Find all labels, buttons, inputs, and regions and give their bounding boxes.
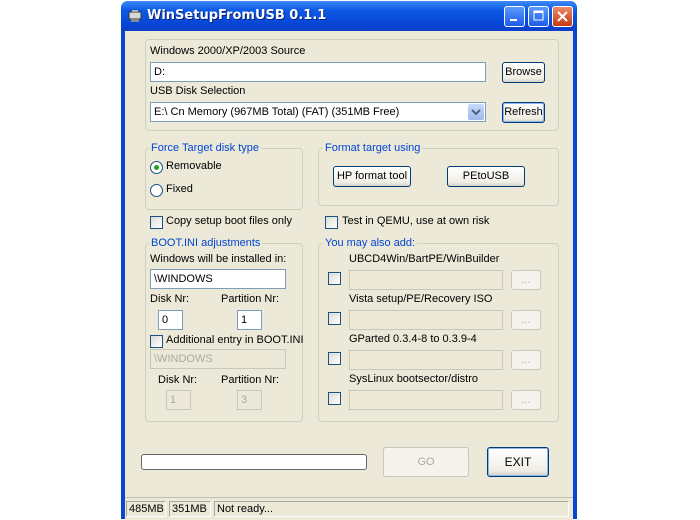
copy-setup-checkbox[interactable]: [150, 216, 163, 229]
minimize-icon: [510, 19, 517, 21]
partition-nr2-label: Partition Nr:: [221, 374, 280, 386]
additional-entry-checkbox[interactable]: [150, 335, 163, 348]
progress-bar: [141, 454, 367, 470]
syslinux-checkbox[interactable]: [328, 392, 341, 405]
removable-radio[interactable]: [150, 161, 163, 174]
usb-disk-value: E:\ Cn Memory (967MB Total) (FAT) (351MB…: [154, 106, 400, 118]
app-icon: [128, 9, 142, 23]
fixed-radio[interactable]: [150, 184, 163, 197]
partition-nr-label: Partition Nr:: [221, 293, 280, 305]
format-target-legend: Format target using: [323, 142, 423, 154]
source-label: Windows 2000/XP/2003 Source: [150, 45, 306, 57]
gparted-checkbox[interactable]: [328, 352, 341, 365]
ubcd-label: UBCD4Win/BartPE/WinBuilder: [349, 253, 500, 265]
status-free: 351MB: [169, 501, 211, 517]
bootini-legend: BOOT.INI adjustments: [149, 237, 263, 249]
status-bar: 485MB 351MB Not ready...: [125, 497, 573, 520]
ubcd-path-input[interactable]: [349, 270, 503, 290]
vista-label: Vista setup/PE/Recovery ISO: [349, 293, 493, 305]
usb-label: USB Disk Selection: [150, 85, 246, 97]
source-input[interactable]: D:: [150, 62, 486, 82]
installed-in-input[interactable]: \WINDOWS: [150, 269, 286, 289]
chevron-down-icon[interactable]: [468, 104, 484, 120]
maximize-button[interactable]: [528, 6, 549, 27]
ubcd-checkbox[interactable]: [328, 272, 341, 285]
force-target-frame: [145, 148, 303, 210]
vista-browse-button[interactable]: ...: [511, 310, 541, 330]
disk-nr2-input[interactable]: 1: [166, 390, 191, 410]
browse-button[interactable]: Browse: [502, 62, 545, 83]
force-target-legend: Force Target disk type: [149, 142, 262, 154]
go-button[interactable]: GO: [383, 447, 469, 477]
also-add-legend: You may also add:: [323, 237, 418, 249]
syslinux-browse-button[interactable]: ...: [511, 390, 541, 410]
petousb-button[interactable]: PEtoUSB: [447, 166, 525, 187]
syslinux-label: SysLinux bootsector/distro: [349, 373, 479, 385]
gparted-path-input[interactable]: [349, 350, 503, 370]
status-total: 485MB: [126, 501, 166, 517]
additional-entry-label[interactable]: Additional entry in BOOT.INI: [166, 334, 304, 346]
installed-in-label: Windows will be installed in:: [150, 253, 287, 265]
partition-nr-input[interactable]: 1: [237, 310, 262, 330]
qemu-checkbox[interactable]: [325, 216, 338, 229]
maximize-icon: [533, 10, 544, 21]
exit-button[interactable]: EXIT: [487, 447, 549, 477]
app-window: WinSetupFromUSB 0.1.1 Windows 2000/XP/20…: [121, 1, 577, 520]
hp-format-button[interactable]: HP format tool: [333, 166, 411, 187]
close-icon: [557, 11, 568, 22]
disk-nr-label: Disk Nr:: [150, 293, 190, 305]
window-title: WinSetupFromUSB 0.1.1: [147, 8, 327, 23]
partition-nr2-input[interactable]: 3: [237, 390, 262, 410]
vista-checkbox[interactable]: [328, 312, 341, 325]
close-button[interactable]: [552, 6, 573, 27]
disk-nr-input[interactable]: 0: [158, 310, 183, 330]
fixed-label[interactable]: Fixed: [166, 183, 193, 195]
title-bar[interactable]: WinSetupFromUSB 0.1.1: [121, 1, 577, 31]
gparted-label: GParted 0.3.4-8 to 0.3.9-4: [349, 333, 477, 345]
usb-disk-select[interactable]: E:\ Cn Memory (967MB Total) (FAT) (351MB…: [150, 102, 486, 122]
minimize-button[interactable]: [504, 6, 525, 27]
removable-label[interactable]: Removable: [166, 160, 222, 172]
gparted-browse-button[interactable]: ...: [511, 350, 541, 370]
ubcd-browse-button[interactable]: ...: [511, 270, 541, 290]
qemu-label[interactable]: Test in QEMU, use at own risk: [342, 215, 489, 227]
additional-entry-input[interactable]: \WINDOWS: [150, 349, 286, 369]
disk-nr2-label: Disk Nr:: [158, 374, 198, 386]
client-area: Windows 2000/XP/2003 Source D: Browse US…: [125, 31, 573, 520]
vista-path-input[interactable]: [349, 310, 503, 330]
syslinux-path-input[interactable]: [349, 390, 503, 410]
refresh-button[interactable]: Refresh: [502, 102, 545, 123]
copy-setup-label[interactable]: Copy setup boot files only: [166, 215, 292, 227]
status-message: Not ready...: [214, 501, 569, 517]
